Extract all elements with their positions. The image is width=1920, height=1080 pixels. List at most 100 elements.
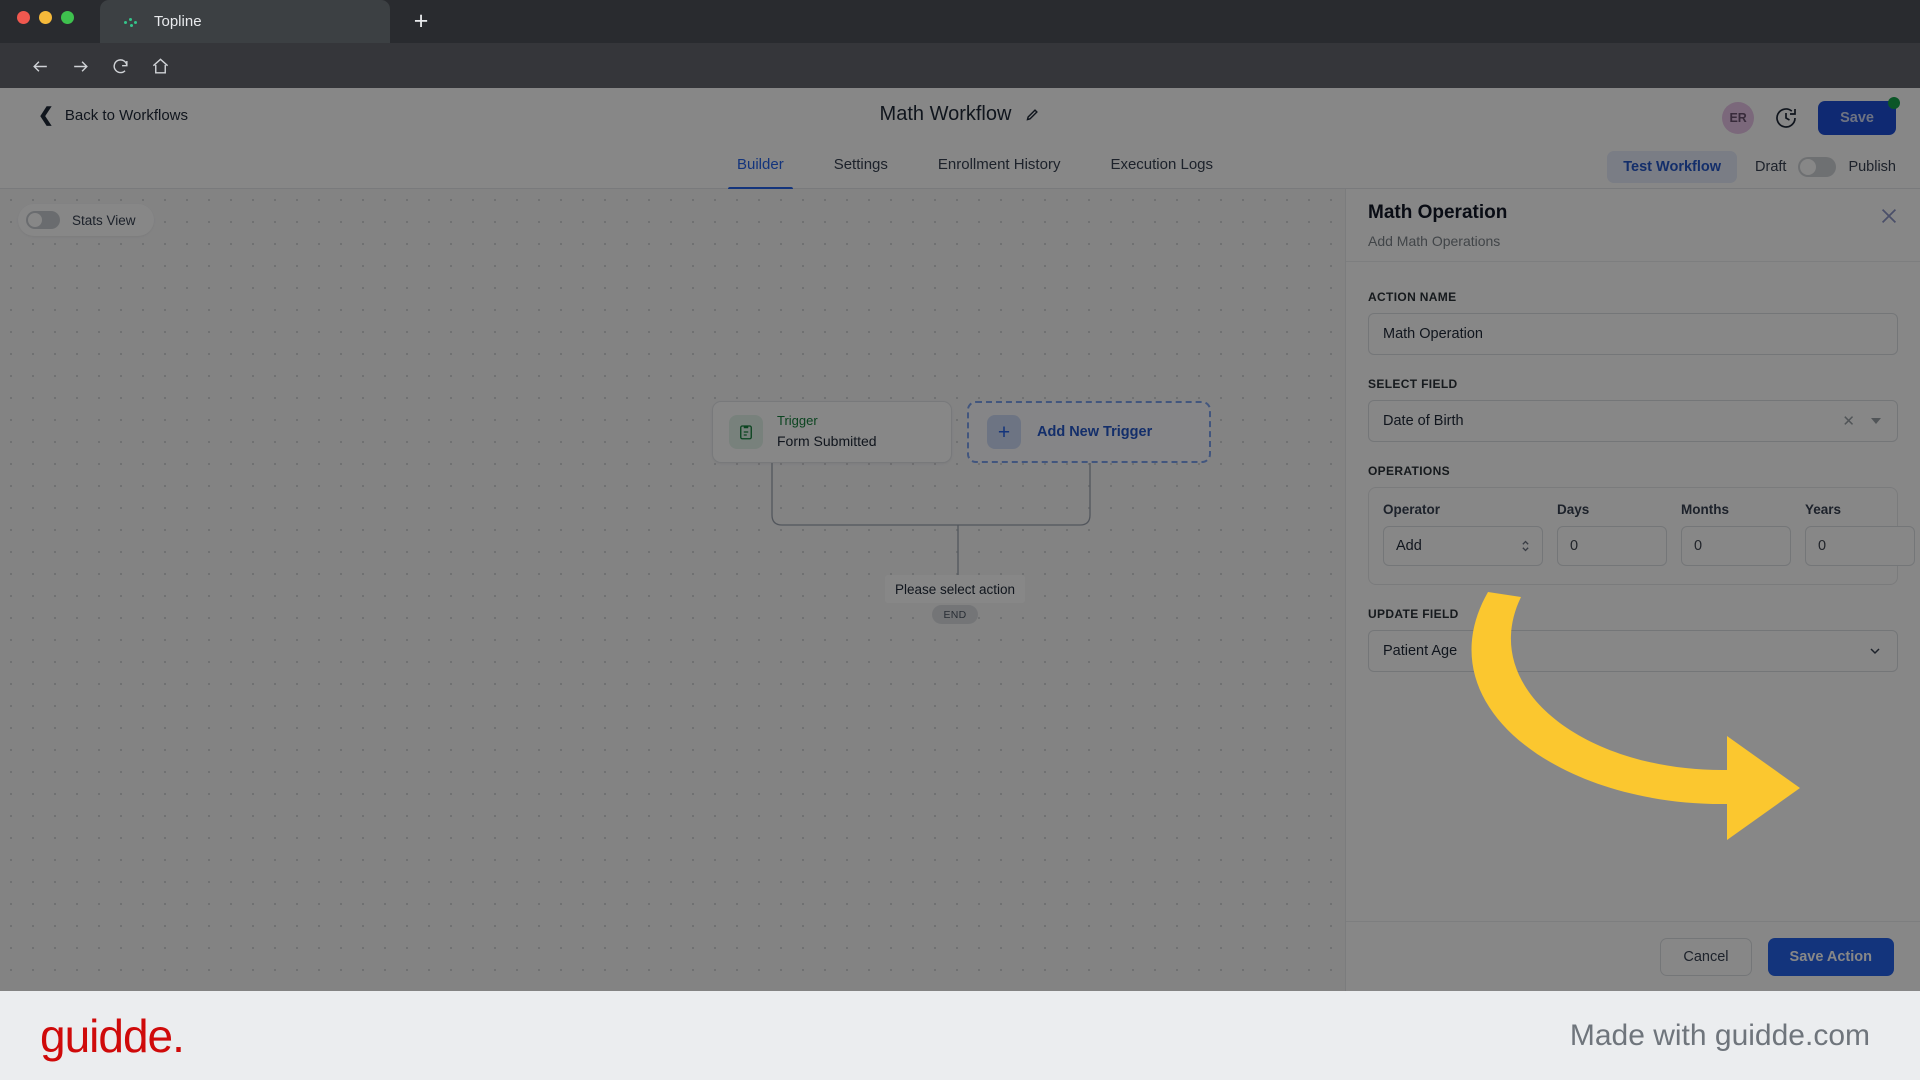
save-status-badge xyxy=(1888,97,1900,109)
years-input[interactable]: 0 xyxy=(1805,526,1915,566)
tab-enrollment-history-label: Enrollment History xyxy=(937,156,1061,173)
clipboard-icon xyxy=(729,415,763,449)
tab-execution-logs[interactable]: Execution Logs xyxy=(1085,145,1238,189)
stats-view-toggle-group[interactable]: Stats View xyxy=(18,204,154,236)
add-new-trigger-node[interactable]: + Add New Trigger xyxy=(967,401,1211,463)
browser-navbar: client-app-automation-workflows.leadconn… xyxy=(0,43,1920,125)
tab-builder[interactable]: Builder xyxy=(712,145,809,190)
update-field-label: UPDATE FIELD xyxy=(1368,607,1459,621)
panel-footer: Cancel Save Action xyxy=(1346,921,1920,991)
stepper-up-down-icon[interactable] xyxy=(1520,538,1531,554)
workflow-tabs-actions: Test Workflow Draft Publish xyxy=(1607,151,1896,183)
clock-history-icon[interactable] xyxy=(1774,106,1798,130)
update-field-value: Patient Age xyxy=(1383,643,1458,659)
draft-label: Draft xyxy=(1755,159,1787,175)
arrow-left-icon[interactable] xyxy=(25,51,55,81)
months-value: 0 xyxy=(1694,538,1703,554)
select-field-label: SELECT FIELD xyxy=(1368,377,1458,391)
page-title: Math Workflow xyxy=(879,103,1012,125)
workflow-tabs-bar: Builder Settings Enrollment History Exec… xyxy=(0,145,1920,190)
guidde-footer-tagline: Made with guidde.com xyxy=(1569,1018,1870,1052)
save-button[interactable]: Save xyxy=(1818,101,1896,135)
operator-select[interactable]: Add xyxy=(1383,526,1543,566)
operations-column-operator: Operator xyxy=(1383,502,1441,517)
publish-toggle-group: Draft Publish xyxy=(1755,157,1896,177)
action-name-label: ACTION NAME xyxy=(1368,290,1457,304)
operations-row: Add 0 0 0 xyxy=(1383,526,1915,566)
screenshot-root: Topline + client-app-automation-workflow… xyxy=(0,0,1920,1080)
new-tab-button[interactable]: + xyxy=(405,6,437,38)
window-traffic-lights[interactable] xyxy=(17,11,74,24)
cancel-button[interactable]: Cancel xyxy=(1660,937,1752,976)
days-input[interactable]: 0 xyxy=(1557,526,1667,566)
arrow-right-icon[interactable] xyxy=(65,51,95,81)
select-field-dropdown[interactable]: Date of Birth ✕ xyxy=(1368,400,1898,442)
close-icon[interactable] xyxy=(1878,205,1900,227)
panel-body: ACTION NAME Math Operation SELECT FIELD … xyxy=(1346,262,1920,921)
guidde-footer-logo: guidde. xyxy=(40,1009,185,1062)
test-workflow-button[interactable]: Test Workflow xyxy=(1607,151,1738,183)
tab-execution-logs-label: Execution Logs xyxy=(1110,156,1214,173)
workflow-tabs: Builder Settings Enrollment History Exec… xyxy=(712,145,1238,190)
panel-subtitle: Add Math Operations xyxy=(1368,233,1501,249)
header-actions: ER Save xyxy=(1722,97,1900,135)
save-action-button[interactable]: Save Action xyxy=(1767,937,1894,976)
years-value: 0 xyxy=(1818,538,1827,554)
please-select-action-node[interactable]: Please select action xyxy=(885,575,1025,603)
close-window-button[interactable] xyxy=(17,11,30,24)
workflow-canvas[interactable]: Stats View Trigger Form Submitted + Add … xyxy=(0,189,1345,991)
panel-title: Math Operation xyxy=(1368,202,1508,223)
months-input[interactable]: 0 xyxy=(1681,526,1791,566)
operations-column-months: Months xyxy=(1681,502,1729,517)
x-icon[interactable]: ✕ xyxy=(1842,412,1855,430)
workflow-title-group: Math Workflow xyxy=(0,103,1920,126)
trigger-node-text: Trigger Form Submitted xyxy=(777,412,877,451)
save-button-wrapper: Save xyxy=(1818,97,1900,135)
operator-value: Add xyxy=(1396,538,1422,554)
workflow-header: ❮ Back to Workflows Math Workflow ER Sav… xyxy=(0,88,1920,145)
save-action-wrapper: Save Action xyxy=(1754,924,1907,989)
node-connector-lines xyxy=(771,463,1091,575)
pencil-icon[interactable] xyxy=(1025,107,1040,122)
publish-label: Publish xyxy=(1848,159,1896,175)
select-field-value: Date of Birth xyxy=(1383,413,1464,429)
math-operation-panel: Math Operation Add Math Operations ACTIO… xyxy=(1345,189,1920,991)
action-name-input[interactable]: Math Operation xyxy=(1368,313,1898,355)
trigger-node[interactable]: Trigger Form Submitted xyxy=(712,401,952,463)
stats-view-toggle[interactable] xyxy=(26,211,60,229)
browser-tab[interactable]: Topline xyxy=(100,0,390,43)
guidde-footer: guidde. Made with guidde.com xyxy=(0,991,1920,1080)
dots-favicon xyxy=(124,14,140,30)
tab-settings-label: Settings xyxy=(833,156,888,173)
tab-settings[interactable]: Settings xyxy=(809,145,913,189)
minimize-window-button[interactable] xyxy=(39,11,52,24)
tab-enrollment-history[interactable]: Enrollment History xyxy=(913,145,1086,189)
operations-label: OPERATIONS xyxy=(1368,464,1450,478)
operations-header-row: Operator Days Months Years xyxy=(1383,502,1883,526)
update-field-dropdown[interactable]: Patient Age xyxy=(1368,630,1898,672)
end-node-badge: END xyxy=(932,605,978,624)
tab-builder-label: Builder xyxy=(737,156,784,173)
operations-column-years: Years xyxy=(1805,502,1842,517)
chevron-down-icon xyxy=(1871,418,1881,424)
stats-view-toggle-knob xyxy=(28,213,42,227)
maximize-window-button[interactable] xyxy=(61,11,74,24)
publish-toggle[interactable] xyxy=(1798,157,1837,177)
chevron-down-icon xyxy=(1867,643,1883,659)
add-new-trigger-label: Add New Trigger xyxy=(1037,424,1153,440)
trigger-node-sublabel: Form Submitted xyxy=(777,433,877,450)
panel-header: Math Operation Add Math Operations xyxy=(1346,189,1920,262)
application-area: ❮ Back to Workflows Math Workflow ER Sav… xyxy=(0,88,1920,991)
browser-tab-title: Topline xyxy=(154,13,202,30)
reload-icon[interactable] xyxy=(105,51,135,81)
avatar-initials: ER xyxy=(1729,111,1747,125)
operations-card: Operator Days Months Years Add 0 0 0 xyxy=(1368,487,1915,585)
browser-tabstrip: Topline + xyxy=(0,0,1920,43)
home-icon[interactable] xyxy=(145,51,175,81)
publish-toggle-knob xyxy=(1800,159,1817,175)
avatar[interactable]: ER xyxy=(1722,102,1755,134)
operations-column-days: Days xyxy=(1557,502,1590,517)
